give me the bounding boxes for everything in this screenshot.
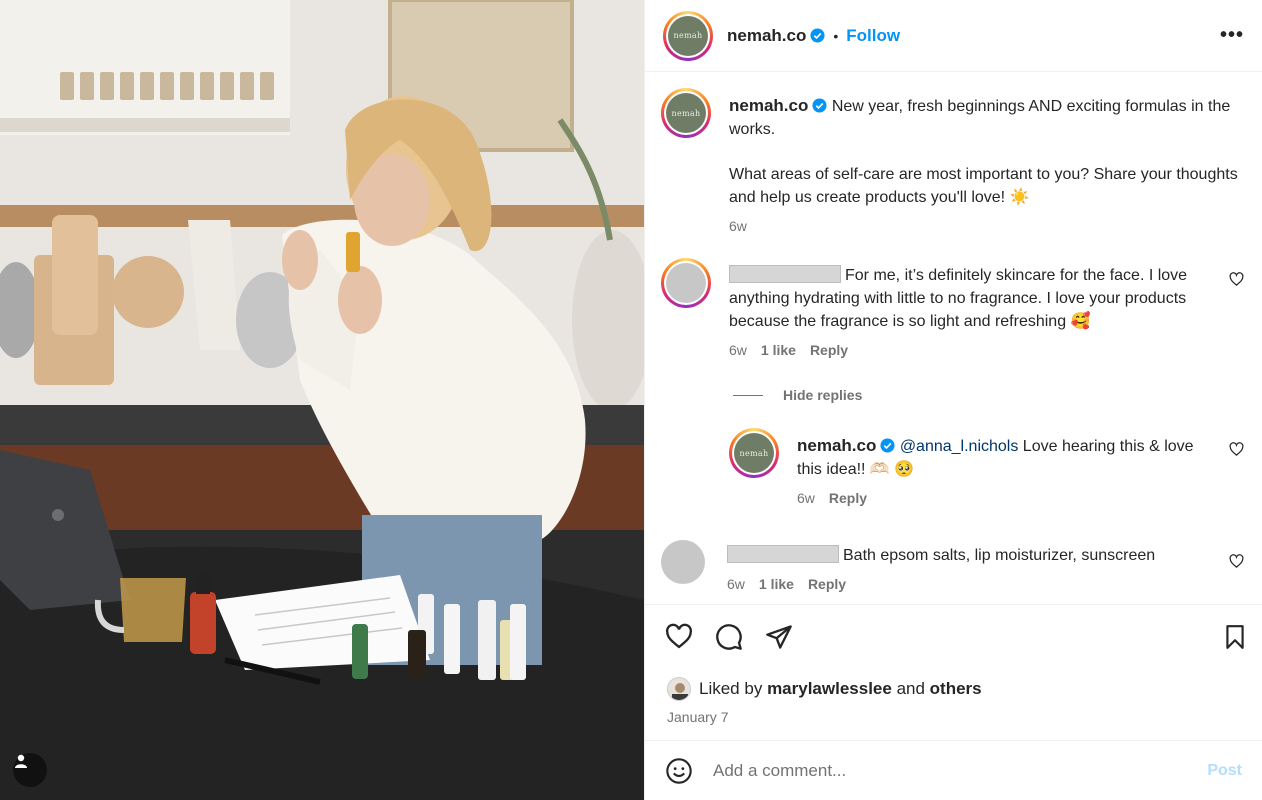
post-header: nemah nemah.co • Follow ••• bbox=[645, 0, 1262, 72]
liker-username-link[interactable]: marylawlesslee bbox=[767, 679, 892, 699]
comment-composer: Post bbox=[645, 740, 1262, 800]
emoji-icon[interactable] bbox=[665, 757, 693, 785]
follow-button[interactable]: Follow bbox=[846, 26, 900, 46]
reply-username[interactable]: nemah.co bbox=[797, 436, 876, 455]
verified-icon bbox=[880, 438, 895, 453]
reply-reply-button[interactable]: Reply bbox=[829, 487, 867, 510]
divider-line bbox=[733, 394, 763, 396]
comment-item: For me, it’s definitely skincare for the… bbox=[661, 258, 1246, 362]
save-icon[interactable] bbox=[1222, 623, 1248, 651]
user-tag-icon bbox=[15, 754, 27, 768]
post-modal: nemah nemah.co • Follow ••• nemah nemah.… bbox=[0, 0, 1262, 800]
reply-timestamp: 6w bbox=[797, 490, 815, 506]
verified-icon bbox=[812, 98, 827, 113]
separator-dot: • bbox=[833, 27, 839, 44]
comment-reply-button[interactable]: Reply bbox=[808, 573, 846, 596]
brand-logo: nemah bbox=[668, 15, 708, 56]
user-tag-button[interactable] bbox=[13, 753, 47, 787]
comment-item: Bath epsom salts, lip moisturizer, sunsc… bbox=[661, 540, 1246, 596]
likes-summary: Liked by marylawlesslee and others bbox=[667, 677, 982, 701]
post-caption: nemah nemah.co New year, fresh beginning… bbox=[661, 88, 1246, 238]
redacted-avatar bbox=[666, 263, 706, 303]
reply-item: nemah nemah.co @anna_l.nichols Love hear… bbox=[729, 428, 1246, 510]
comment-like-icon[interactable] bbox=[1229, 272, 1244, 287]
more-options-icon[interactable]: ••• bbox=[1220, 24, 1244, 47]
author-avatar[interactable]: nemah bbox=[663, 10, 713, 61]
hide-replies-label: Hide replies bbox=[783, 387, 863, 403]
reply-like-icon[interactable] bbox=[1229, 442, 1244, 457]
comment-timestamp: 6w bbox=[729, 342, 747, 358]
redacted-username bbox=[729, 265, 841, 283]
comment-reply-button[interactable]: Reply bbox=[810, 339, 848, 362]
caption-line-2: What areas of self-care are most importa… bbox=[729, 166, 1238, 206]
likes-others-link[interactable]: others bbox=[930, 679, 982, 699]
post-photo[interactable] bbox=[0, 0, 644, 800]
post-comment-button[interactable]: Post bbox=[1207, 762, 1242, 780]
comment-icon[interactable] bbox=[715, 623, 743, 651]
verified-icon bbox=[810, 28, 825, 43]
redacted-username bbox=[727, 545, 839, 563]
likes-prefix: Liked by bbox=[699, 679, 763, 698]
reply-mention-link[interactable]: @anna_l.nichols bbox=[900, 438, 1019, 455]
commenter-avatar[interactable] bbox=[661, 540, 705, 584]
comment-timestamp: 6w bbox=[727, 576, 745, 592]
brand-logo: nemah bbox=[734, 433, 774, 473]
comment-like-icon[interactable] bbox=[1229, 554, 1244, 569]
commenter-avatar[interactable] bbox=[661, 258, 711, 308]
liker-avatar[interactable] bbox=[667, 677, 691, 701]
kitchen-scene-illustration bbox=[0, 0, 644, 800]
caption-timestamp: 6w bbox=[729, 218, 747, 234]
post-actions: Liked by marylawlesslee and others Janua… bbox=[645, 604, 1262, 740]
post-date[interactable]: January 7 bbox=[667, 709, 728, 725]
hide-replies-button[interactable]: Hide replies bbox=[733, 387, 862, 403]
caption-username[interactable]: nemah.co bbox=[729, 96, 808, 115]
share-icon[interactable] bbox=[765, 623, 793, 651]
comment-input[interactable] bbox=[713, 760, 1208, 781]
reply-avatar[interactable]: nemah bbox=[729, 428, 779, 478]
like-icon[interactable] bbox=[665, 623, 693, 651]
comment-like-count[interactable]: 1 like bbox=[759, 573, 794, 596]
caption-avatar[interactable]: nemah bbox=[661, 88, 711, 138]
comments-section[interactable]: nemah nemah.co New year, fresh beginning… bbox=[645, 73, 1262, 604]
post-details-panel: nemah nemah.co • Follow ••• nemah nemah.… bbox=[644, 0, 1262, 800]
likes-middle: and bbox=[896, 679, 925, 698]
brand-logo: nemah bbox=[666, 93, 706, 133]
comment-like-count[interactable]: 1 like bbox=[761, 339, 796, 362]
comment-text: Bath epsom salts, lip moisturizer, sunsc… bbox=[843, 547, 1156, 564]
author-username[interactable]: nemah.co bbox=[727, 26, 806, 46]
